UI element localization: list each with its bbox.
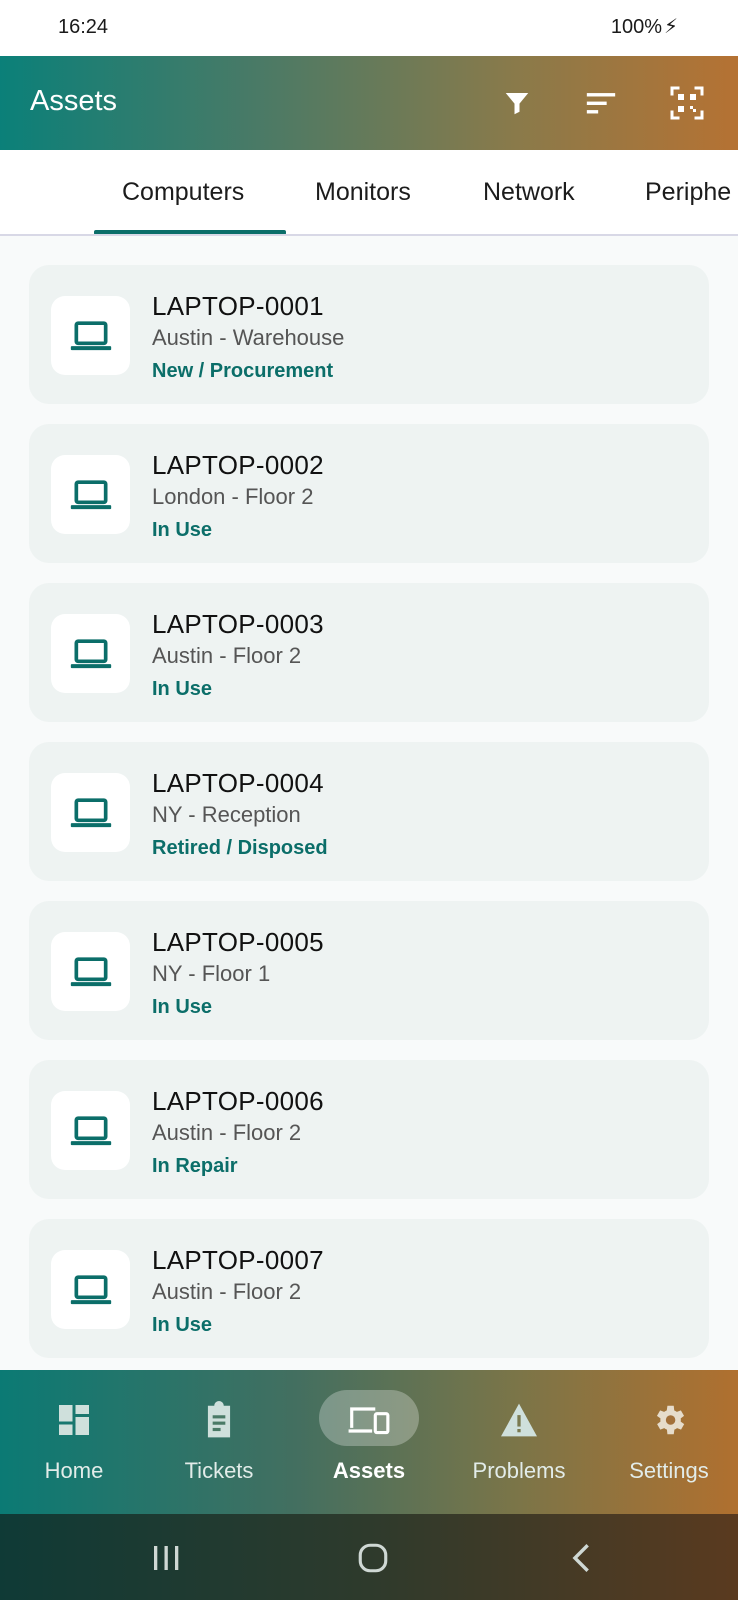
asset-status: In Use [152,678,213,700]
nav-problems[interactable]: Problems [445,1370,593,1514]
asset-name: LAPTOP-0001 [152,291,324,321]
status-time: 16:24 [58,16,109,38]
tab-monitors[interactable]: Monitors [315,178,411,207]
asset-status: Retired / Disposed [152,837,328,859]
qr-code-icon[interactable] [665,81,709,125]
nav-home[interactable]: Home [0,1370,148,1514]
asset-status: New / Procurement [152,360,334,382]
asset-name: LAPTOP-0006 [152,1086,324,1116]
asset-card[interactable]: LAPTOP-0004 NY - Reception Retired / Dis… [29,742,709,881]
asset-name: LAPTOP-0005 [152,927,324,957]
gear-icon [647,1400,691,1440]
nav-problems-label: Problems [472,1458,566,1483]
sort-icon[interactable] [579,81,623,125]
asset-location: Austin - Floor 2 [152,1120,302,1145]
asset-status: In Use [152,1314,213,1336]
app-bar: Assets [0,56,738,150]
battery-level: 100% [610,16,662,38]
warning-icon [497,1400,541,1440]
back-icon[interactable] [560,1536,604,1580]
nav-home-label: Home [44,1458,104,1483]
category-tabs: Computers Monitors Network Periphe [0,150,738,236]
dashboard-icon [52,1400,96,1440]
asset-card[interactable]: LAPTOP-0002 London - Floor 2 In Use [29,424,709,563]
system-navigation-bar [0,1514,738,1600]
asset-status: In Use [152,519,213,541]
clipboard-icon [197,1400,241,1440]
asset-card[interactable]: LAPTOP-0003 Austin - Floor 2 In Use [29,583,709,722]
recents-icon[interactable] [144,1536,188,1580]
asset-location: Austin - Floor 2 [152,643,302,668]
asset-location: NY - Floor 1 [152,961,271,986]
asset-location: London - Floor 2 [152,484,314,509]
asset-card[interactable]: LAPTOP-0006 Austin - Floor 2 In Repair [29,1060,709,1199]
home-button-icon[interactable] [351,1536,395,1580]
tab-peripherals[interactable]: Periphe [645,178,731,207]
laptop-icon [51,773,130,852]
asset-name: LAPTOP-0004 [152,768,324,798]
asset-status: In Use [152,996,213,1018]
laptop-icon [51,296,130,375]
nav-tickets[interactable]: Tickets [145,1370,293,1514]
tab-network[interactable]: Network [483,178,575,207]
asset-location: NY - Reception [152,802,301,827]
asset-name: LAPTOP-0007 [152,1245,324,1275]
nav-assets-label: Assets [332,1458,406,1483]
laptop-icon [51,1250,130,1329]
tab-computers[interactable]: Computers [122,178,244,207]
tab-indicator [94,230,286,234]
asset-name: LAPTOP-0002 [152,450,324,480]
asset-location: Austin - Floor 2 [152,1279,302,1304]
asset-card[interactable]: LAPTOP-0001 Austin - Warehouse New / Pro… [29,265,709,404]
asset-list[interactable]: LAPTOP-0001 Austin - Warehouse New / Pro… [0,236,738,1370]
laptop-icon [51,455,130,534]
asset-card[interactable]: LAPTOP-0005 NY - Floor 1 In Use [29,901,709,1040]
nav-tickets-label: Tickets [184,1458,254,1483]
nav-settings[interactable]: Settings [595,1370,738,1514]
nav-settings-label: Settings [629,1458,709,1483]
asset-name: LAPTOP-0003 [152,609,324,639]
asset-card[interactable]: LAPTOP-0007 Austin - Floor 2 In Use [29,1219,709,1358]
asset-status: In Repair [152,1155,238,1177]
laptop-icon [51,614,130,693]
bottom-navigation: Home Tickets Assets Problems Settings [0,1370,738,1514]
laptop-icon [51,1091,130,1170]
page-title: Assets [30,85,118,117]
status-bar: 16:24 100% ⚡ [0,0,738,56]
charging-icon: ⚡ [663,16,678,38]
asset-location: Austin - Warehouse [152,325,345,350]
nav-assets[interactable]: Assets [295,1370,443,1514]
filter-icon[interactable] [495,81,539,125]
devices-icon [347,1400,391,1440]
laptop-icon [51,932,130,1011]
